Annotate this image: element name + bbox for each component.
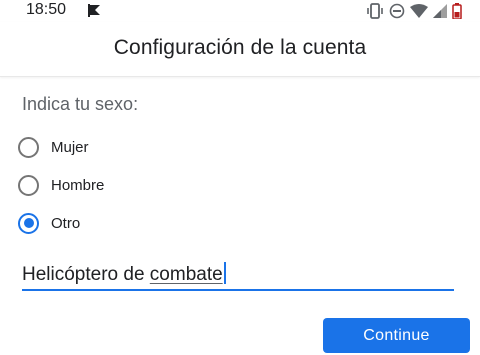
status-icons (366, 2, 462, 20)
radio-button-unchecked[interactable] (18, 136, 39, 158)
notification-flag-icon (88, 4, 100, 17)
text-caret (223, 262, 226, 284)
wifi-icon (410, 4, 428, 18)
radio-button-unchecked[interactable] (18, 174, 39, 196)
input-text-spellcheck-word: combate (149, 264, 223, 285)
input-underline (22, 289, 454, 291)
do-not-disturb-icon (389, 3, 405, 19)
app-bar: Configuración de la cuenta (0, 22, 480, 77)
battery-icon (452, 3, 462, 19)
other-gender-input[interactable]: Helicóptero de combate (22, 259, 454, 291)
radio-label: Mujer (51, 138, 89, 156)
input-value[interactable]: Helicóptero de combate (22, 262, 226, 286)
continue-button[interactable]: Continue (323, 318, 470, 353)
radio-option-mujer[interactable]: Mujer (18, 133, 89, 161)
gender-question: Indica tu sexo: (22, 94, 139, 114)
radio-option-hombre[interactable]: Hombre (18, 171, 104, 199)
radio-label: Hombre (51, 176, 105, 194)
status-bar: 18:50 (0, 0, 480, 22)
signal-icon (433, 4, 447, 18)
radio-label: Otro (51, 214, 81, 232)
input-text-part: Helicóptero de (22, 264, 150, 285)
radio-option-otro[interactable]: Otro (18, 209, 80, 237)
vibrate-icon (367, 3, 383, 19)
page-title: Configuración de la cuenta (113, 36, 367, 59)
radio-button-checked[interactable] (18, 212, 39, 234)
clock: 18:50 (26, 1, 67, 18)
